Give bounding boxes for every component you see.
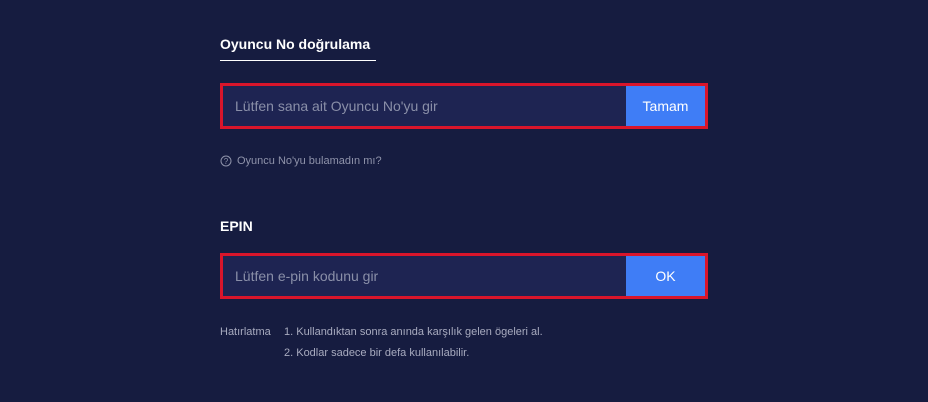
player-id-help-text: Oyuncu No'yu bulamadın mı? — [237, 155, 382, 167]
reminder-item: 1. Kullandıktan sonra anında karşılık ge… — [284, 326, 543, 338]
player-id-input[interactable] — [223, 86, 628, 126]
player-id-help-link[interactable]: ? Oyuncu No'yu bulamadın mı? — [220, 155, 382, 167]
epin-title: EPIN — [220, 218, 253, 234]
player-id-submit-button[interactable]: Tamam — [626, 86, 705, 126]
epin-submit-button[interactable]: OK — [626, 256, 705, 296]
epin-code-input[interactable] — [223, 256, 628, 296]
reminder-label: Hatırlatma — [220, 326, 271, 338]
epin-input-group: OK — [220, 253, 708, 299]
reminder-item: 2. Kodlar sadece bir defa kullanılabilir… — [284, 347, 470, 359]
title-underline — [220, 60, 376, 61]
player-verification-title: Oyuncu No doğrulama — [220, 36, 371, 52]
question-circle-icon: ? — [220, 155, 232, 167]
svg-text:?: ? — [224, 157, 229, 166]
player-id-input-group: Tamam — [220, 83, 708, 129]
